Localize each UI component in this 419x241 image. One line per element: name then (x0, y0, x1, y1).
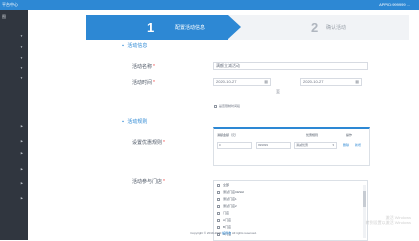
discount-amount-value: 999999 (258, 143, 269, 147)
caret-down-icon: ▼ (20, 45, 23, 49)
threshold-amount-value: 0 (219, 143, 221, 147)
store-checkbox[interactable] (217, 226, 220, 229)
caret-right-icon: ▶ (20, 124, 23, 128)
main-content: 1 配置活动信息 2 确认活动 ▪ 活动信息 活动名称* 满额立减活动 活动时间… (28, 10, 419, 241)
table-header-actions: 操作 (346, 133, 353, 137)
system-title: 平台中心 (2, 2, 18, 7)
account-id: APPID:999999 ... (379, 2, 410, 7)
store-option-label: 测试门店1 (223, 197, 237, 201)
scrollbar-thumb[interactable] (363, 191, 366, 207)
start-date-value: 2020-10-27 (216, 79, 237, 84)
add-rule-link[interactable]: 新增 (355, 143, 361, 147)
store-option[interactable]: 测试门店1 (217, 197, 237, 201)
store-option-all[interactable]: 全部 (217, 183, 229, 187)
copyright-suffix: All rights reserved. (231, 231, 257, 235)
store-option-label: A门店 (223, 218, 232, 222)
caret-right-icon: ▶ (20, 167, 23, 171)
caret-right-icon: ▶ (20, 196, 23, 200)
time-limit-checkbox[interactable] (214, 105, 217, 108)
start-date-input[interactable]: 2020-10-27 ▦ (213, 78, 271, 86)
store-checkbox[interactable] (217, 219, 220, 222)
store-option-label: 测试门店2 (223, 204, 237, 208)
required-mark: * (163, 179, 165, 185)
rule-type-value: 满减优惠 (296, 143, 309, 147)
caret-right-icon: ▶ (20, 181, 23, 185)
store-checkbox[interactable] (217, 212, 220, 215)
footer-copyright: Copyright © 2019-2020 超级收 All rights res… (28, 231, 419, 235)
discount-amount-input[interactable]: 999999 (256, 142, 291, 149)
store-option[interactable]: 门店 (217, 211, 229, 215)
table-header-threshold: 满额金额（元） (217, 133, 239, 137)
sidebar-item-1[interactable]: 图 (2, 14, 6, 19)
store-option-label: B门店 (223, 225, 232, 229)
required-mark: * (153, 80, 155, 86)
chevron-down-icon: ▾ (332, 143, 334, 147)
activity-time-label: 活动时间* (132, 80, 155, 86)
store-option-label: 门店 (223, 211, 230, 215)
time-limit-checkbox-label: 是否限制时间段 (219, 104, 241, 108)
windows-activation-watermark-subtitle: 转到设置以激活 Windows (365, 220, 411, 225)
copyright-text: Copyright © 2019-2020 (190, 231, 222, 235)
sidebar: 图 ▼ ▼ ▼ ▼ ▼ ▶ ▶ ▶ ▶ ▶ ▶ (0, 10, 28, 240)
basic-info-section-label: 活动信息 (127, 43, 148, 49)
store-checkbox[interactable] (217, 191, 220, 194)
store-option[interactable]: A门店 (217, 218, 231, 222)
table-header-rule: 优惠规则 (306, 133, 319, 137)
discount-rules-text: 设置优惠规则 (132, 140, 163, 146)
store-option-label: 测试门店CESHI (223, 190, 245, 194)
rules-section-title: ▪ 活动规则 (121, 119, 147, 125)
activity-name-input[interactable]: 满额立减活动 (213, 62, 368, 70)
caret-down-icon: ▼ (20, 34, 23, 38)
activity-name-value: 满额立减活动 (216, 63, 240, 68)
required-mark: * (153, 64, 155, 70)
participating-stores-text: 活动参与门店 (132, 179, 163, 185)
step-2-number: 2 (311, 20, 319, 35)
end-date-input[interactable]: 2020-10-27 ▦ (300, 78, 362, 86)
basic-info-section-title: ▪ 活动信息 (121, 43, 147, 49)
store-checkbox[interactable] (217, 184, 220, 187)
end-date-value: 2020-10-27 (303, 79, 324, 84)
top-navigation-bar: 平台中心 APPID:999999 ... (0, 0, 419, 10)
store-option[interactable]: B门店 (217, 225, 231, 229)
section-marker-icon: ▪ (122, 43, 124, 49)
activity-time-text: 活动时间 (132, 80, 153, 86)
caret-right-icon: ▶ (20, 139, 23, 143)
date-range-separator: 至 (276, 89, 280, 94)
wizard-stepper: 1 配置活动信息 2 确认活动 (86, 15, 409, 40)
section-marker-icon: ▪ (122, 119, 124, 125)
store-checkbox[interactable] (217, 198, 220, 201)
rule-type-select[interactable]: 满减优惠 ▾ (294, 142, 337, 149)
current-step-background (86, 15, 228, 40)
company-link[interactable]: 超级收 (222, 231, 231, 235)
caret-down-icon: ▼ (20, 66, 23, 70)
caret-down-icon: ▼ (20, 56, 23, 60)
store-option-label: 全部 (223, 183, 230, 187)
activity-name-label: 活动名称* (132, 64, 155, 70)
rules-section-label: 活动规则 (127, 119, 148, 125)
caret-down-icon: ▼ (20, 76, 23, 80)
store-checkbox[interactable] (217, 205, 220, 208)
sidebar-label-partial: 图 (2, 14, 6, 19)
discount-rules-label: 设置优惠规则* (132, 140, 165, 146)
required-mark: * (163, 140, 165, 146)
discount-rules-table: 满额金额（元） 优惠规则 操作 0 999999 满减优惠 ▾ 删除 新增 (213, 127, 370, 166)
calendar-icon: ▦ (264, 79, 268, 84)
calendar-icon: ▦ (355, 79, 359, 84)
store-option[interactable]: 测试门店2 (217, 204, 237, 208)
step-2-label: 确认活动 (326, 25, 347, 31)
activity-name-text: 活动名称 (132, 64, 153, 70)
step-1-label: 配置活动信息 (175, 25, 206, 31)
caret-right-icon: ▶ (20, 151, 23, 155)
participating-stores-label: 活动参与门店* (132, 179, 165, 185)
store-option[interactable]: 测试门店CESHI (217, 190, 244, 194)
delete-rule-link[interactable]: 删除 (343, 143, 349, 147)
threshold-amount-input[interactable]: 0 (217, 142, 252, 149)
step-1-number: 1 (147, 20, 155, 35)
current-step-arrow (228, 15, 241, 39)
